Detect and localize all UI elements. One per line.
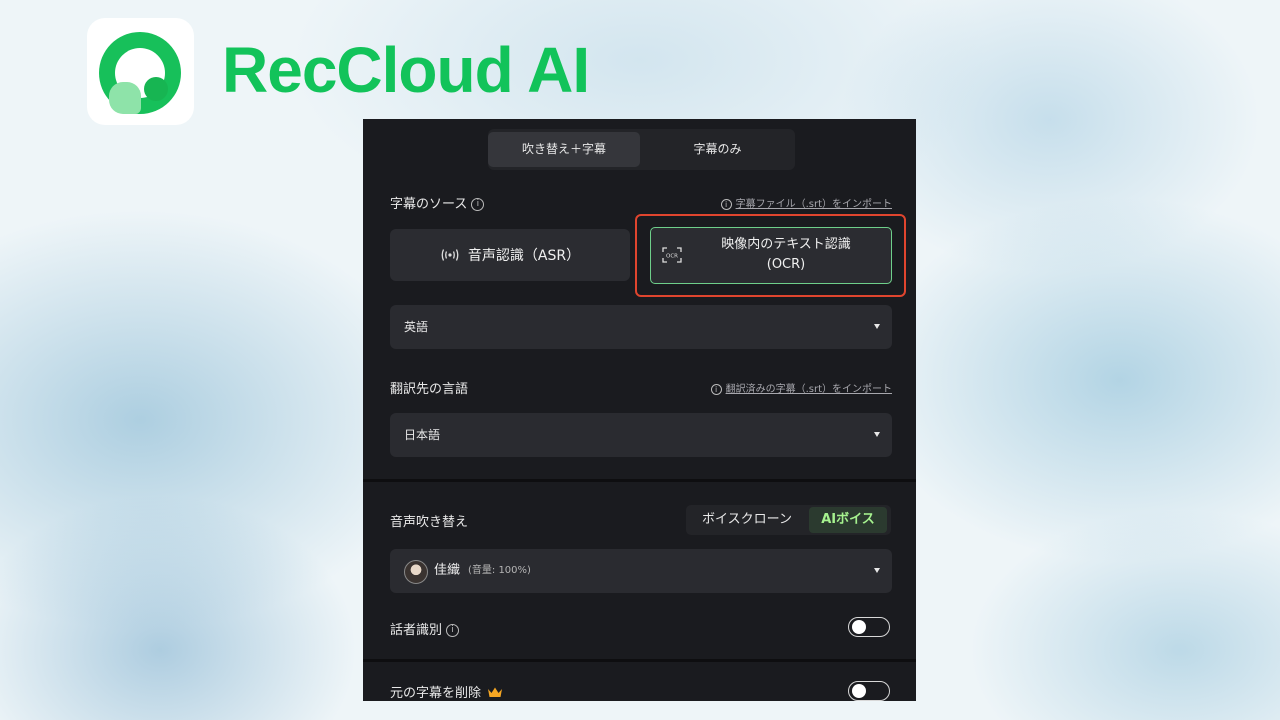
target-language-label: 翻訳先の言語 <box>390 382 469 397</box>
ai-voice-option[interactable]: AIボイス <box>809 507 887 533</box>
section-divider <box>363 659 916 662</box>
toggle-knob <box>852 684 866 698</box>
speaker-id-label: 話者識別 i <box>390 619 460 638</box>
ocr-label-abbrev: (OCR) <box>766 257 806 272</box>
asr-button[interactable]: 音声認識（ASR） <box>390 229 630 281</box>
ocr-label: 映像内のテキスト認識 <box>721 237 851 252</box>
caret-down-icon <box>874 324 880 329</box>
voice-avatar <box>404 560 428 584</box>
svg-text:OCR: OCR <box>666 254 678 260</box>
settings-panel: 吹き替え＋字幕 字幕のみ 字幕のソース i i 字幕ファイル（.srt）をインポート… <box>363 119 916 701</box>
logo-blob-icon <box>109 82 141 114</box>
brand-name: RecCloud AI <box>222 34 590 106</box>
info-icon[interactable]: i <box>446 624 460 637</box>
toggle-knob <box>852 620 866 634</box>
ocr-scan-icon: OCR <box>662 247 682 263</box>
voice-name: 佳織 <box>434 563 461 578</box>
mode-tabs: 吹き替え＋字幕 字幕のみ <box>488 129 795 170</box>
crown-icon <box>488 687 503 697</box>
speaker-id-toggle[interactable] <box>848 617 890 637</box>
source-language-select[interactable]: 英語 <box>390 305 892 349</box>
info-icon[interactable]: i <box>471 198 485 211</box>
info-icon: i <box>710 383 722 395</box>
dubbing-label: 音声吹き替え <box>390 515 469 530</box>
voice-clone-option[interactable]: ボイスクローン <box>686 505 808 535</box>
audio-wave-icon <box>441 249 459 261</box>
import-translated-srt-link[interactable]: i 翻訳済みの字幕（.srt）をインポート <box>710 380 892 395</box>
voice-select[interactable]: 佳織 (音量: 100%) <box>390 549 892 593</box>
section-divider <box>363 479 916 482</box>
voice-volume: (音量: 100%) <box>468 565 531 576</box>
tab-dub-and-subtitle[interactable]: 吹き替え＋字幕 <box>488 132 640 167</box>
caret-down-icon <box>874 432 880 437</box>
import-srt-link[interactable]: i 字幕ファイル（.srt）をインポート <box>720 195 892 210</box>
ocr-button[interactable]: OCR 映像内のテキスト認識 (OCR) <box>650 227 892 284</box>
target-language-select[interactable]: 日本語 <box>390 413 892 457</box>
subtitle-source-label: 字幕のソース i <box>390 193 485 212</box>
caret-down-icon <box>874 568 880 573</box>
tab-subtitle-only[interactable]: 字幕のみ <box>640 132 795 167</box>
remove-original-label: 元の字幕を削除 <box>390 682 503 701</box>
voice-type-toggle: ボイスクローン AIボイス <box>686 505 891 535</box>
info-icon: i <box>720 198 732 210</box>
app-logo <box>87 18 194 125</box>
remove-original-toggle[interactable] <box>848 681 890 701</box>
